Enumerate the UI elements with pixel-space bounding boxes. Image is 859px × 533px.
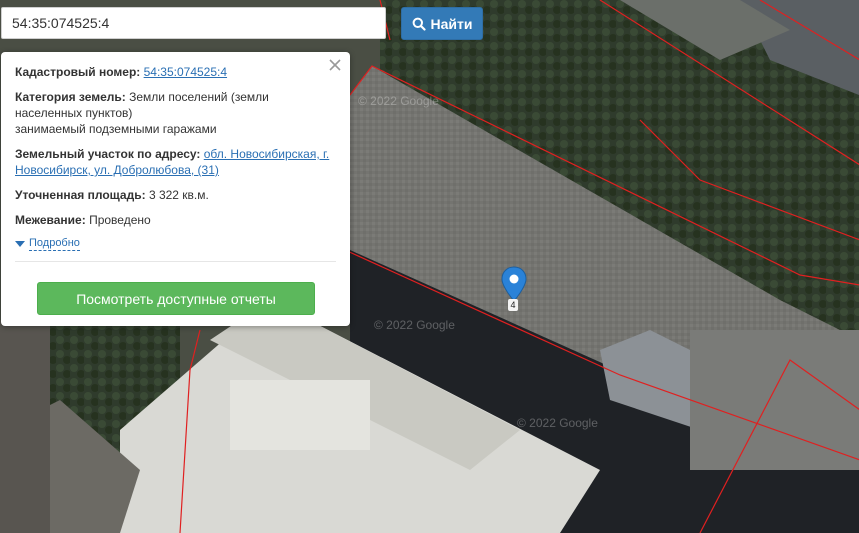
close-icon (329, 59, 341, 71)
area-label: Уточненная площадь: (15, 188, 146, 202)
parcel-info-popup: Кадастровый номер: 54:35:074525:4 Катего… (1, 52, 350, 326)
survey-row: Межевание: Проведено (15, 212, 336, 228)
cadastral-number-label: Кадастровый номер: (15, 65, 141, 79)
map-watermark: © 2022 Google (374, 318, 455, 332)
land-category-value-1: Земли поселений (земли (129, 90, 269, 104)
view-reports-button[interactable]: Посмотреть доступные отчеты (37, 282, 315, 315)
area-value: 3 322 кв.м. (148, 188, 209, 202)
search-button-label: Найти (430, 15, 473, 32)
marker-label: 4 (508, 299, 518, 311)
survey-label: Межевание: (15, 213, 86, 227)
search-input[interactable] (1, 7, 386, 39)
close-button[interactable] (328, 58, 342, 72)
search-button[interactable]: Найти (401, 7, 483, 40)
search-icon (412, 17, 426, 31)
map-watermark: © 2022 Google (517, 416, 598, 430)
survey-value: Проведено (89, 213, 151, 227)
land-category-value-3: занимаемый подземными гаражами (15, 122, 217, 136)
map-watermark: © 2022 Google (358, 94, 439, 108)
land-category-value-2: населенных пунктов) (15, 106, 133, 120)
cadastral-number-link[interactable]: 54:35:074525:4 (144, 65, 227, 79)
address-link-1[interactable]: обл. Новосибирская, г. (204, 147, 329, 161)
address-link-2[interactable]: Новосибирск, ул. Добролюбова, (31) (15, 163, 219, 177)
divider (15, 261, 336, 262)
area-row: Уточненная площадь: 3 322 кв.м. (15, 187, 336, 203)
details-toggle[interactable]: Подробно (15, 237, 336, 251)
cadastral-number-row: Кадастровый номер: 54:35:074525:4 (15, 64, 336, 80)
land-category-label: Категория земель: (15, 90, 126, 104)
details-label: Подробно (29, 237, 80, 251)
land-category-row: Категория земель: Земли поселений (земли… (15, 89, 336, 137)
address-row: Земельный участок по адресу: обл. Новоси… (15, 146, 336, 178)
caret-down-icon (15, 240, 25, 247)
address-label: Земельный участок по адресу: (15, 147, 201, 161)
